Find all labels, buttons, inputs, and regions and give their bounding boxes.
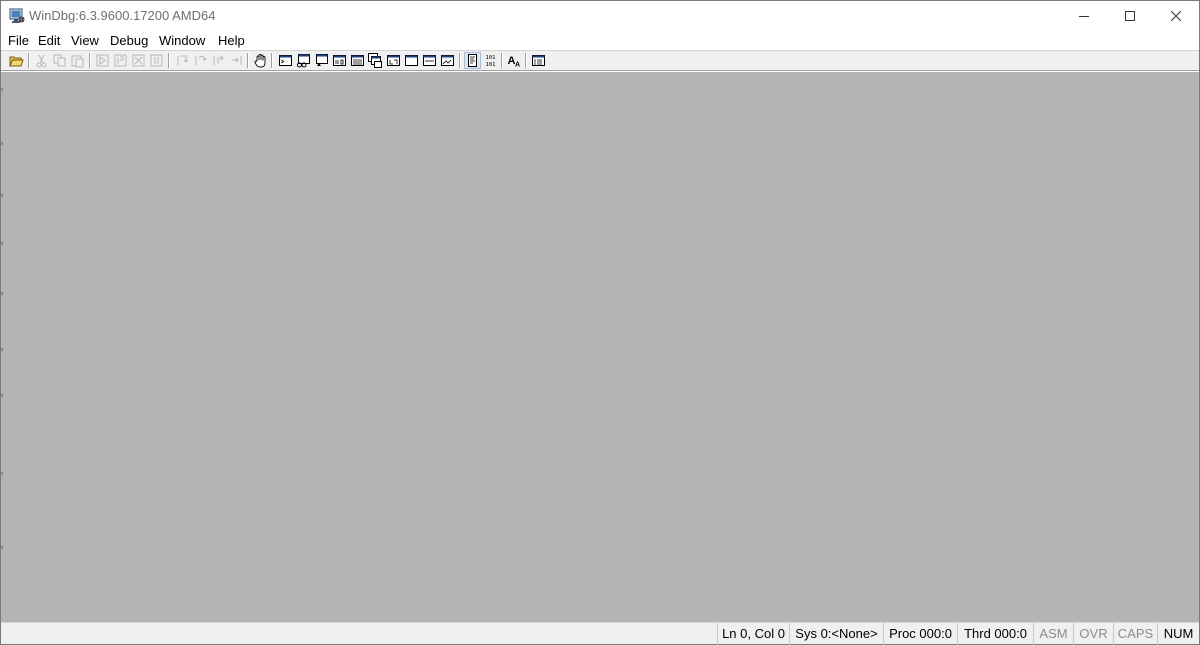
maximize-button[interactable] [1107, 1, 1153, 31]
cut-icon[interactable] [34, 53, 49, 68]
client-edge-mark [1, 472, 3, 475]
break-icon[interactable] [149, 53, 164, 68]
maximize-icon [1125, 11, 1135, 21]
menu-edit[interactable]: Edit [38, 32, 60, 49]
locals-window-icon[interactable] [314, 53, 329, 68]
step-into-icon[interactable] [175, 53, 190, 68]
hex-glyph-bottom: 101 [486, 62, 496, 68]
go-icon[interactable] [95, 53, 110, 68]
step-over-icon[interactable] [193, 53, 208, 68]
toolbar-separator [501, 53, 503, 68]
toolbar-separator [271, 53, 273, 68]
status-system: Sys 0:<None> [789, 623, 883, 645]
hex-mode-icon[interactable]: 101 101 [483, 53, 498, 68]
insert-breakpoint-icon[interactable] [253, 53, 268, 68]
call-stack-window-icon[interactable] [368, 53, 383, 68]
menu-view[interactable]: View [71, 32, 99, 49]
copy-icon[interactable] [52, 53, 67, 68]
client-edge-mark [1, 242, 3, 245]
mdi-client-area[interactable] [1, 72, 1199, 622]
minimize-button[interactable] [1061, 1, 1107, 31]
options-window-icon[interactable] [440, 53, 455, 68]
font-icon[interactable]: A A [507, 53, 522, 68]
hex-glyph-top: 101 [486, 55, 496, 61]
menu-file[interactable]: File [8, 32, 29, 49]
toolbar-separator [525, 53, 527, 68]
status-ovr: OVR [1073, 623, 1113, 645]
client-edge-mark [1, 88, 3, 91]
status-position: Ln 0, Col 0 [717, 623, 789, 645]
menu-debug[interactable]: Debug [110, 32, 148, 49]
status-asm: ASM [1033, 623, 1073, 645]
windbg-icon[interactable] [9, 8, 25, 24]
stop-debugging-icon[interactable] [131, 53, 146, 68]
toolbar: 101 101 A A [1, 50, 1199, 71]
status-process: Proc 000:0 [883, 623, 957, 645]
minimize-icon [1079, 11, 1089, 21]
watch-window-icon[interactable] [296, 53, 311, 68]
source-mode-icon[interactable] [464, 52, 481, 69]
client-edge-mark [1, 194, 3, 197]
disassembly-window-icon[interactable] [386, 53, 401, 68]
client-edge-mark [1, 546, 3, 549]
registers-window-icon[interactable] [332, 53, 347, 68]
toolbar-separator [28, 53, 30, 68]
toolbar-separator [247, 53, 249, 68]
toolbar-separator [168, 53, 170, 68]
menu-window[interactable]: Window [159, 32, 205, 49]
title-bar[interactable]: WinDbg:6.3.9600.17200 AMD64 [1, 1, 1199, 31]
close-button[interactable] [1153, 1, 1199, 31]
status-bar: Ln 0, Col 0 Sys 0:<None> Proc 000:0 Thrd… [1, 622, 1199, 645]
toolbar-separator [459, 53, 461, 68]
run-to-cursor-icon[interactable] [229, 53, 244, 68]
windbg-window: WinDbg:6.3.9600.17200 AMD64 File Edit Vi… [0, 0, 1200, 645]
step-out-icon[interactable] [211, 53, 226, 68]
status-num: NUM [1157, 623, 1199, 645]
restart-icon[interactable] [113, 53, 128, 68]
toolbar-separator [89, 53, 91, 68]
status-caps: CAPS [1113, 623, 1157, 645]
close-icon [1171, 11, 1181, 21]
memory-window-icon[interactable] [350, 53, 365, 68]
client-edge-mark [1, 142, 3, 145]
menu-help[interactable]: Help [218, 32, 245, 49]
client-edge-mark [1, 394, 3, 397]
client-edge-mark [1, 292, 3, 295]
processes-threads-icon[interactable] [422, 53, 437, 68]
open-icon[interactable] [9, 53, 24, 68]
window-title: WinDbg:6.3.9600.17200 AMD64 [29, 8, 216, 23]
scratch-pad-icon[interactable] [404, 53, 419, 68]
command-window-icon[interactable] [278, 53, 293, 68]
menu-bar: File Edit View Debug Window Help [1, 31, 1199, 50]
status-thread: Thrd 000:0 [957, 623, 1033, 645]
paste-icon[interactable] [70, 53, 85, 68]
client-edge-mark [1, 348, 3, 351]
font-glyph-small: A [515, 62, 520, 69]
options-icon[interactable] [531, 53, 546, 68]
